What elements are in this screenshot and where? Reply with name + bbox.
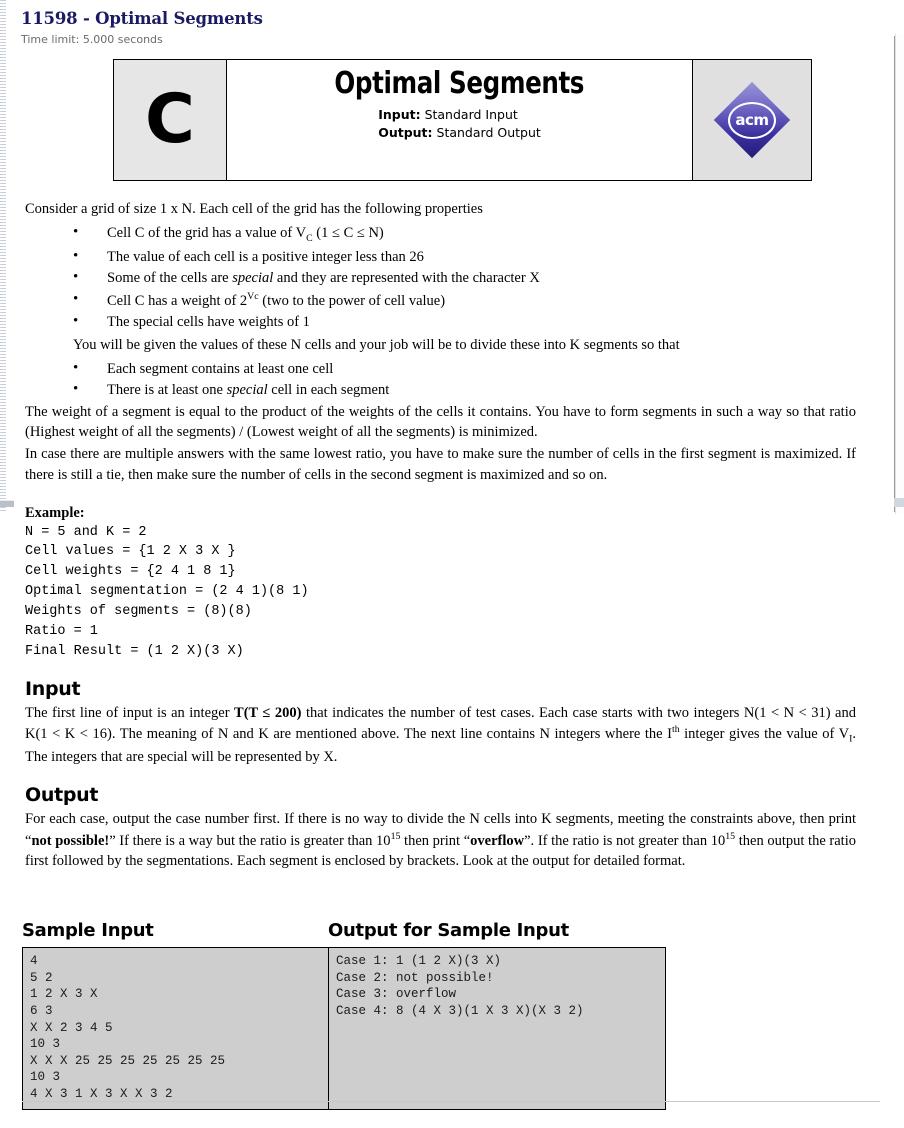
samples-table: 4 5 2 1 2 X 3 X 6 3 X X 2 3 4 5 10 3 X X… xyxy=(22,947,666,1110)
bullet-4-post: (two to the power of cell value) xyxy=(258,292,446,309)
banner-io-lines: Input: Standard Input Output: Standard O… xyxy=(378,106,541,142)
time-limit-label: Time limit: 5.000 seconds xyxy=(21,33,163,46)
sample-output-text: Case 1: 1 (1 2 X)(3 X) Case 2: not possi… xyxy=(336,954,584,1018)
list-item: The special cells have weights of 1 xyxy=(73,311,856,333)
banner-output-value: Standard Output xyxy=(436,124,541,140)
page-title: 11598 - Optimal Segments xyxy=(21,9,263,28)
list-item: Cell C of the grid has a value of VC (1 … xyxy=(73,222,856,246)
statement-tie-paragraph: In case there are multiple answers with … xyxy=(25,444,856,485)
acm-logo-text: acm xyxy=(735,110,769,129)
samples-headings: Sample Input Output for Sample Input xyxy=(22,920,880,947)
output-text-sup-2: 15 xyxy=(725,830,736,842)
output-section-paragraph: For each case, output the case number fi… xyxy=(25,809,856,872)
acm-diamond-logo-icon: acm xyxy=(713,81,791,159)
sample-input-text: 4 5 2 1 2 X 3 X 6 3 X X 2 3 4 5 10 3 X X… xyxy=(30,954,226,1101)
list-item: Cell C has a weight of 2Vc (two to the p… xyxy=(73,289,856,311)
bullet-1-post: (1 ≤ C ≤ N) xyxy=(312,224,384,241)
bullet-4-pre: Cell C has a weight of 2 xyxy=(107,292,248,309)
statement-bullets-first: Cell C of the grid has a value of VC (1 … xyxy=(25,222,856,333)
banner-input-line: Input: Standard Input xyxy=(378,106,541,124)
problem-letter-cell: C xyxy=(114,60,227,180)
banner-output-line: Output: Standard Output xyxy=(378,124,541,142)
statement-mid-note-text: You will be given the values of these N … xyxy=(73,336,680,353)
banner-input-label: Input: xyxy=(378,106,421,122)
statement-intro-text: Consider a grid of size 1 x N. Each cell… xyxy=(25,201,483,217)
bullet-4-sup: Vc xyxy=(247,290,259,302)
bullet-7-b: cell in each segment xyxy=(267,382,390,399)
list-item: There is at least one special cell in ea… xyxy=(73,379,856,401)
bullet-6-text: Each segment contains at least one cell xyxy=(107,360,334,377)
statement-mid-note: You will be given the values of these N … xyxy=(73,335,856,356)
content-right-rule xyxy=(894,36,895,512)
bullet-3-em: special xyxy=(232,270,274,287)
bullet-3-b: and they are represented with the charac… xyxy=(273,270,540,287)
example-label: Example: xyxy=(25,504,85,521)
footer-divider xyxy=(22,1101,880,1102)
bullet-1-pre: Cell C of the grid has a value of V xyxy=(107,224,307,241)
list-item: Each segment contains at least one cell xyxy=(73,358,856,380)
statement-weight-paragraph: The weight of a segment is equal to the … xyxy=(25,402,856,443)
acm-logo-ring: acm xyxy=(728,102,776,139)
bullet-2-text: The value of each cell is a positive int… xyxy=(107,248,424,265)
banner-output-label: Output: xyxy=(378,124,433,140)
example-block: N = 5 and K = 2 Cell values = {1 2 X 3 X… xyxy=(25,524,309,659)
sample-input-box: 4 5 2 1 2 X 3 X 6 3 X X 2 3 4 5 10 3 X X… xyxy=(23,948,329,1109)
input-text-bold: T(T ≤ 200) xyxy=(234,704,302,721)
samples-section: Sample Input Output for Sample Input 4 5… xyxy=(0,920,904,1110)
banner-problem-name: Optimal Segments xyxy=(334,66,585,101)
output-text-sup-1: 15 xyxy=(390,830,401,842)
statement-weight-text: The weight of a segment is equal to the … xyxy=(25,403,856,441)
sample-output-box: Case 1: 1 (1 2 X)(3 X) Case 2: not possi… xyxy=(329,948,665,1109)
banner-title-cell: Optimal Segments Input: Standard Input O… xyxy=(227,60,692,180)
input-text-1: The first line of input is an integer xyxy=(25,704,235,721)
bullet-7-em: special xyxy=(226,382,268,399)
list-item: The value of each cell is a positive int… xyxy=(73,246,856,268)
bullet-3-a: Some of the cells are xyxy=(107,270,233,287)
right-scrollbar-thumb[interactable] xyxy=(894,498,904,507)
output-section-heading: Output xyxy=(25,783,99,806)
sample-output-heading: Output for Sample Input xyxy=(328,920,569,941)
list-item: Some of the cells are special and they a… xyxy=(73,267,856,289)
bullet-5-text: The special cells have weights of 1 xyxy=(107,314,310,331)
output-text-bold-1: not possible! xyxy=(31,832,110,849)
bullet-7-a: There is at least one xyxy=(107,382,227,399)
output-text-2: ” If there is a way but the ratio is gre… xyxy=(109,832,391,849)
output-text-bold-2: overflow xyxy=(470,832,525,849)
sample-input-heading: Sample Input xyxy=(22,920,154,941)
input-section-heading: Input xyxy=(25,677,81,700)
input-section-paragraph: The first line of input is an integer T(… xyxy=(25,703,856,768)
input-text-sup: th xyxy=(671,724,680,736)
page-header: 11598 - Optimal Segments Time limit: 5.0… xyxy=(0,0,904,46)
statement-bullets-second: Each segment contains at least one cell … xyxy=(25,358,856,401)
statement-tie-text: In case there are multiple answers with … xyxy=(25,446,856,483)
problem-banner: C Optimal Segments Input: Standard Input… xyxy=(113,59,812,181)
right-scrollbar-track[interactable] xyxy=(895,34,904,514)
input-text-3: integer gives the value of V xyxy=(679,726,850,743)
banner-logo-cell: acm xyxy=(692,60,811,180)
bullet-1-sub: C xyxy=(306,232,313,244)
statement-intro: Consider a grid of size 1 x N. Each cell… xyxy=(25,199,856,220)
problem-statement: Consider a grid of size 1 x N. Each cell… xyxy=(0,199,880,873)
output-text-3: then print “ xyxy=(400,832,471,849)
banner-input-value: Standard Input xyxy=(424,106,518,122)
output-text-4: ”. If the ratio is not greater than 10 xyxy=(524,832,726,849)
